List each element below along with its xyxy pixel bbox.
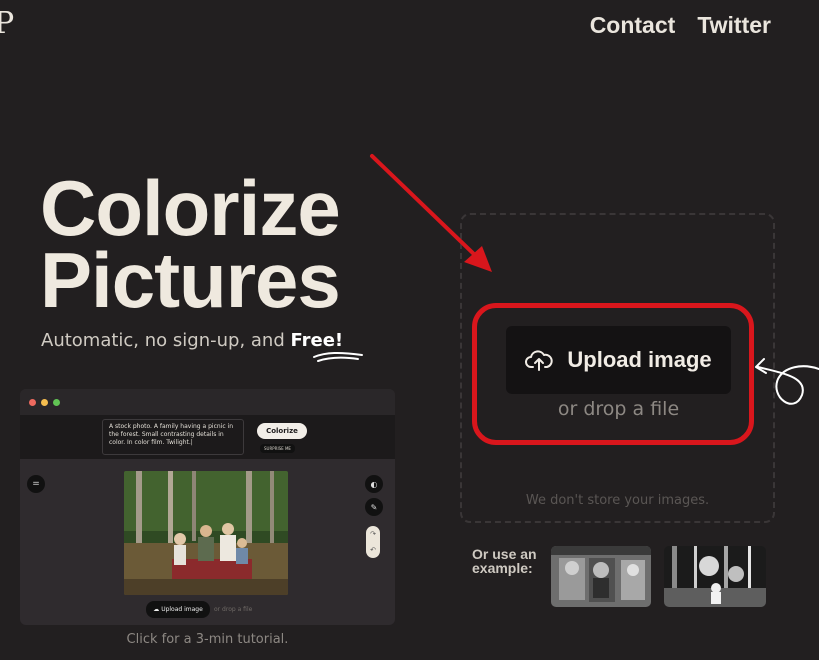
top-nav: Contact Twitter bbox=[590, 12, 771, 39]
red-arrow-annotation bbox=[370, 154, 492, 272]
undo-redo-pill: ↷ ↶ bbox=[366, 526, 380, 558]
examples-label-line1: Or use an bbox=[472, 546, 537, 562]
menu-icon: = bbox=[27, 475, 45, 493]
example-thumbnail-2[interactable] bbox=[664, 546, 766, 607]
upload-cloud-icon: ☁ bbox=[153, 606, 160, 613]
hero-title-line1: Colorize bbox=[40, 164, 341, 252]
hero-subtitle: Automatic, no sign-up, and Free! bbox=[41, 330, 343, 351]
preview-upload-label: Upload image bbox=[161, 606, 203, 613]
preview-colorize-button: Colorize bbox=[257, 423, 307, 439]
tutorial-preview[interactable]: A stock photo. A family having a picnic … bbox=[20, 389, 395, 625]
preview-upload-button: ☁ Upload image bbox=[146, 601, 210, 618]
minimize-dot bbox=[41, 398, 48, 406]
nav-contact-link[interactable]: Contact bbox=[590, 12, 676, 39]
logo-letter: P bbox=[0, 6, 15, 41]
undo-icon: ↶ bbox=[370, 546, 376, 554]
redo-icon: ↷ bbox=[370, 530, 376, 538]
hero-title: Colorize Pictures bbox=[40, 164, 341, 324]
logo[interactable]: P bbox=[0, 6, 14, 41]
prompt-box: A stock photo. A family having a picnic … bbox=[102, 419, 244, 455]
examples-label: Or use an example: bbox=[472, 547, 537, 575]
upload-highlight-annotation bbox=[472, 303, 754, 445]
tutorial-caption[interactable]: Click for a 3-min tutorial. bbox=[20, 632, 395, 647]
preview-titlebar bbox=[20, 389, 395, 415]
nav-twitter-link[interactable]: Twitter bbox=[697, 12, 771, 39]
preview-drop-text: or drop a file bbox=[214, 606, 253, 613]
colorized-photo bbox=[124, 471, 288, 595]
preview-surprise-button: SURPRISE ME bbox=[260, 444, 295, 453]
privacy-note: We don't store your images. bbox=[525, 493, 710, 508]
example-thumbnail-1[interactable] bbox=[551, 546, 651, 607]
hero-title-line2: Pictures bbox=[40, 236, 341, 324]
subtitle-text: Automatic, no sign-up, and bbox=[41, 330, 285, 351]
examples-label-line2: example: bbox=[472, 560, 533, 576]
pencil-icon: ✎ bbox=[365, 498, 383, 516]
prompt-area: A stock photo. A family having a picnic … bbox=[20, 415, 395, 459]
palette-icon: ◐ bbox=[365, 475, 383, 493]
maximize-dot bbox=[53, 398, 60, 406]
free-underline-swoosh bbox=[313, 351, 363, 362]
free-highlight: Free! bbox=[290, 330, 344, 351]
white-pointer-arrow-annotation bbox=[755, 358, 819, 405]
close-dot bbox=[29, 398, 36, 406]
